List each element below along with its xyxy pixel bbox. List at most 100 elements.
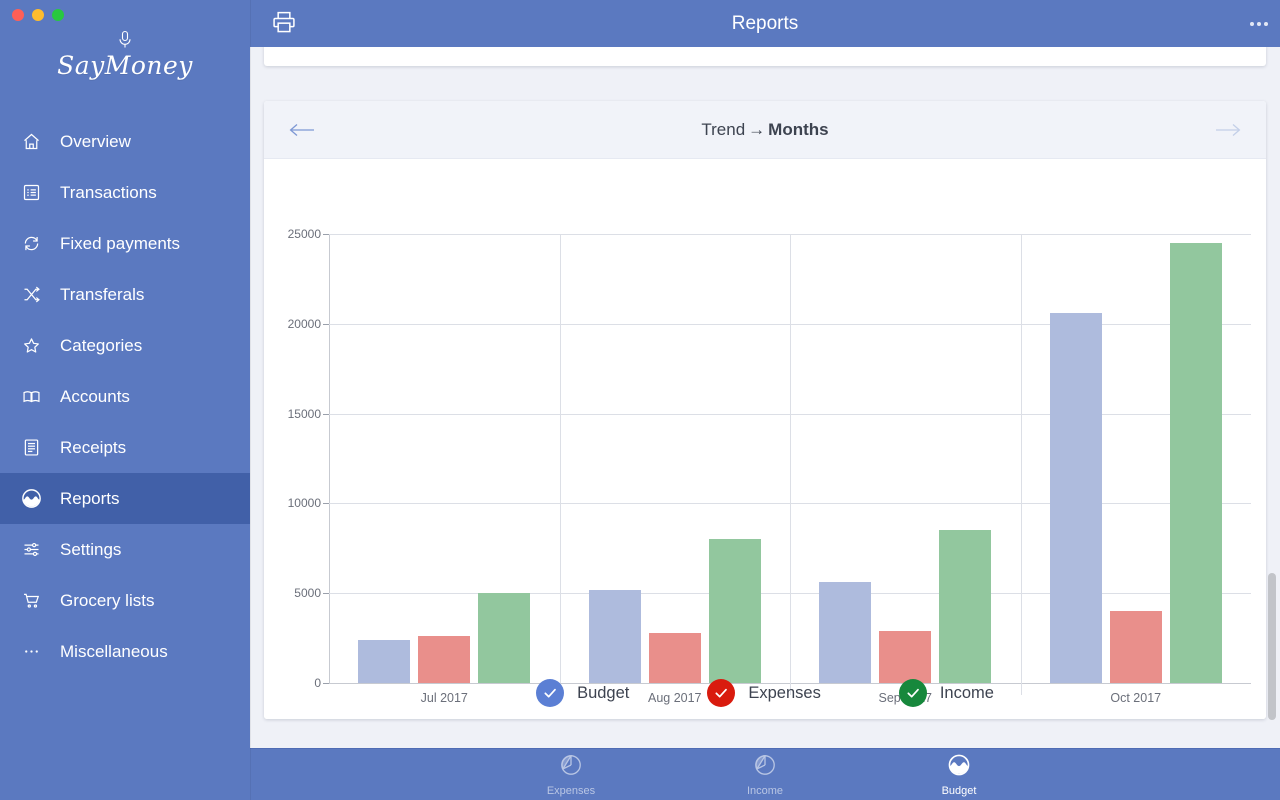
chart-card-header: Trend → Months <box>264 101 1266 159</box>
check-circle-icon <box>536 679 565 707</box>
bar-income[interactable] <box>708 539 761 683</box>
ellipsis-icon <box>1250 21 1254 26</box>
bar-income[interactable] <box>939 530 992 683</box>
chart-title-prefix: Trend <box>701 119 746 139</box>
sidebar-item-label: Grocery lists <box>60 591 155 610</box>
tab-income[interactable]: Income <box>724 752 806 797</box>
ellipsis-icon <box>1264 21 1268 26</box>
bar-income[interactable] <box>1169 242 1222 683</box>
app-name: SayMoney <box>57 51 193 80</box>
legend-item-income[interactable]: Income <box>898 679 994 707</box>
bar-expenses[interactable] <box>418 636 471 683</box>
sidebar-item-label: Fixed payments <box>60 234 180 253</box>
previous-period-button[interactable] <box>282 101 322 158</box>
bar-budget[interactable] <box>588 589 641 683</box>
minimize-button[interactable] <box>32 9 44 21</box>
bar-budget[interactable] <box>1049 313 1102 683</box>
refresh-icon <box>16 229 46 259</box>
ellipsis-icon <box>1257 21 1261 26</box>
sidebar-item-reports[interactable]: Reports <box>0 473 250 524</box>
y-tick-label: 10000 <box>287 496 321 511</box>
wave-circle-icon <box>946 752 972 783</box>
sidebar-item-label: Settings <box>60 540 122 559</box>
scrollbar-thumb[interactable] <box>1268 572 1276 720</box>
printer-icon <box>270 8 298 41</box>
pie-chart-icon <box>558 752 584 783</box>
sidebar-item-transferals[interactable]: Transferals <box>0 269 250 320</box>
reports-scroll-area: Trend → Months 0 5000 10000 15000 20000 25000 Ju <box>250 47 1280 748</box>
trend-chart-card: Trend → Months 0 5000 10000 15000 20000 25000 Ju <box>264 101 1266 719</box>
sidebar-item-label: Reports <box>60 489 120 508</box>
shuffle-icon <box>16 280 46 310</box>
sidebar-item-settings[interactable]: Settings <box>0 524 250 575</box>
bar-group: Oct 2017 <box>1021 234 1252 705</box>
cart-icon <box>16 586 46 616</box>
arrow-right-icon <box>1215 119 1241 141</box>
pie-chart-icon <box>752 752 778 783</box>
bar-expenses[interactable] <box>648 632 701 683</box>
sidebar-item-accounts[interactable]: Accounts <box>0 371 250 422</box>
sidebar-item-fixed-payments[interactable]: Fixed payments <box>0 218 250 269</box>
sidebar-item-grocery-lists[interactable]: Grocery lists <box>0 575 250 626</box>
bar-budget[interactable] <box>358 639 411 683</box>
sidebar-nav: Overview Transactions Fixed payments Tra… <box>0 116 250 677</box>
chart-title-arrow: → <box>748 119 766 139</box>
app-window: SayMoney Overview Transactions Fixed pay… <box>0 0 1280 800</box>
next-period-button[interactable] <box>1208 101 1248 158</box>
arrow-left-icon <box>289 119 315 141</box>
y-tick-label: 25000 <box>287 227 321 241</box>
sliders-icon <box>16 535 46 565</box>
bar-group: Sep 2017 <box>790 234 1021 705</box>
vertical-scrollbar[interactable] <box>1267 47 1277 748</box>
main-area: Reports Trend → Months 0 5000 10000 1500… <box>250 0 1280 800</box>
sidebar-item-categories[interactable]: Categories <box>0 320 250 371</box>
chart-body: 0 5000 10000 15000 20000 25000 Jul 2017 Aug 201… <box>264 159 1266 719</box>
sidebar-item-label: Categories <box>60 336 143 355</box>
sidebar-item-label: Accounts <box>60 387 130 406</box>
sidebar-item-miscellaneous[interactable]: Miscellaneous <box>0 626 250 677</box>
bar-chart-plot: 0 5000 10000 15000 20000 25000 Jul 2017 Aug 201… <box>288 227 1252 705</box>
tab-label: Expenses <box>546 785 596 797</box>
window-traffic-lights <box>0 0 250 30</box>
sidebar-item-label: Transferals <box>60 285 145 304</box>
print-button[interactable] <box>264 4 304 44</box>
list-icon <box>16 178 46 208</box>
tab-label: Income <box>746 785 784 797</box>
bar-budget[interactable] <box>819 582 872 683</box>
more-options-button[interactable] <box>1250 0 1268 47</box>
y-tick-label: 15000 <box>287 406 321 421</box>
sidebar-item-label: Overview <box>60 132 131 151</box>
book-icon <box>16 382 46 412</box>
window-divider <box>250 0 251 800</box>
page-title: Reports <box>731 12 799 34</box>
chart-title: Trend → Months <box>264 120 1266 140</box>
legend-label: Income <box>939 683 994 702</box>
check-circle-icon <box>707 679 736 707</box>
y-tick-label: 20000 <box>287 316 321 331</box>
bar-income[interactable] <box>478 593 531 683</box>
sidebar-item-transactions[interactable]: Transactions <box>0 167 250 218</box>
chart-title-suffix: Months <box>768 119 829 139</box>
sidebar: SayMoney Overview Transactions Fixed pay… <box>0 0 250 800</box>
close-button[interactable] <box>12 9 24 21</box>
legend-item-expenses[interactable]: Expenses <box>707 679 821 707</box>
zoom-button[interactable] <box>52 9 64 21</box>
previous-report-card[interactable] <box>264 47 1266 66</box>
chart-legend: Budget Expenses Income <box>264 679 1266 707</box>
bottom-tab-bar: Expenses Income Budget <box>250 748 1280 800</box>
bar-expenses[interactable] <box>1109 611 1162 683</box>
sidebar-item-overview[interactable]: Overview <box>0 116 250 167</box>
tab-label: Budget <box>941 785 977 797</box>
receipt-icon <box>16 433 46 463</box>
bar-expenses[interactable] <box>879 630 932 683</box>
bar-group: Aug 2017 <box>560 234 791 705</box>
home-icon <box>16 127 46 157</box>
legend-label: Budget <box>577 683 630 702</box>
app-logo: SayMoney <box>0 30 250 92</box>
tab-budget[interactable]: Budget <box>918 752 1000 797</box>
sidebar-item-receipts[interactable]: Receipts <box>0 422 250 473</box>
y-tick-label: 5000 <box>294 586 321 601</box>
tab-expenses[interactable]: Expenses <box>530 752 612 797</box>
top-bar: Reports <box>250 0 1280 47</box>
legend-item-budget[interactable]: Budget <box>536 679 629 707</box>
